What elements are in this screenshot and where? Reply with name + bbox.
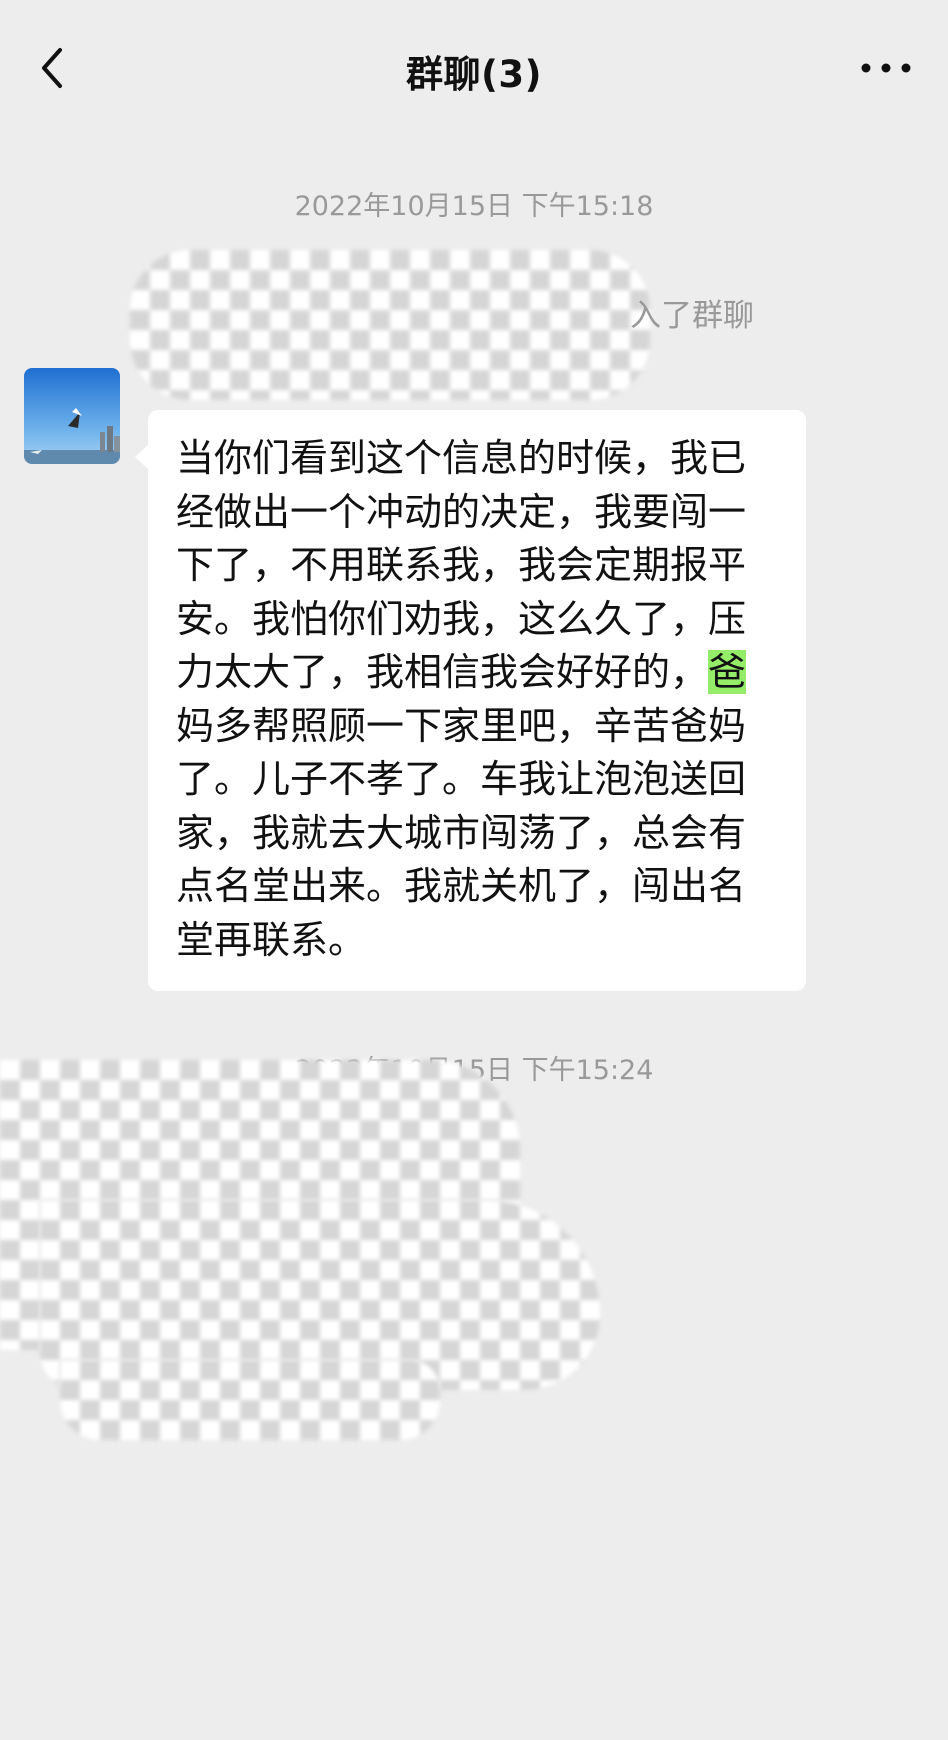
message-bubble[interactable]: 当你们看到这个信息的时候，我已经做出一个冲动的决定，我要闯一下了，不用联系我，我…: [135, 410, 806, 991]
nav-bar: 群聊(3): [0, 0, 948, 140]
more-button[interactable]: [858, 58, 914, 78]
avatar-image: [24, 368, 120, 464]
redacted-area: [60, 1360, 440, 1440]
highlighted-text: 爸: [708, 650, 747, 694]
avatar[interactable]: [24, 368, 120, 464]
message-text-part: 当你们看到这个信息的时候，我已经做出一个冲动的决定，我要闯一下了，不用联系我，我…: [176, 436, 747, 694]
redacted-message: [0, 1060, 600, 1440]
system-notice: 入了群聊: [630, 298, 754, 334]
chat-title: 群聊(3): [405, 53, 543, 96]
ellipsis-icon: [861, 63, 911, 73]
message-text-part: 妈多帮照顾一下家里吧，辛苦爸妈了。儿子不孝了。车我让泡泡送回家，我就去大城市闯荡…: [176, 703, 747, 962]
timestamp: 2022年10月15日 下午15:18: [294, 191, 654, 222]
message-text: 当你们看到这个信息的时候，我已经做出一个冲动的决定，我要闯一下了，不用联系我，我…: [176, 432, 780, 967]
redacted-area: [130, 250, 650, 400]
